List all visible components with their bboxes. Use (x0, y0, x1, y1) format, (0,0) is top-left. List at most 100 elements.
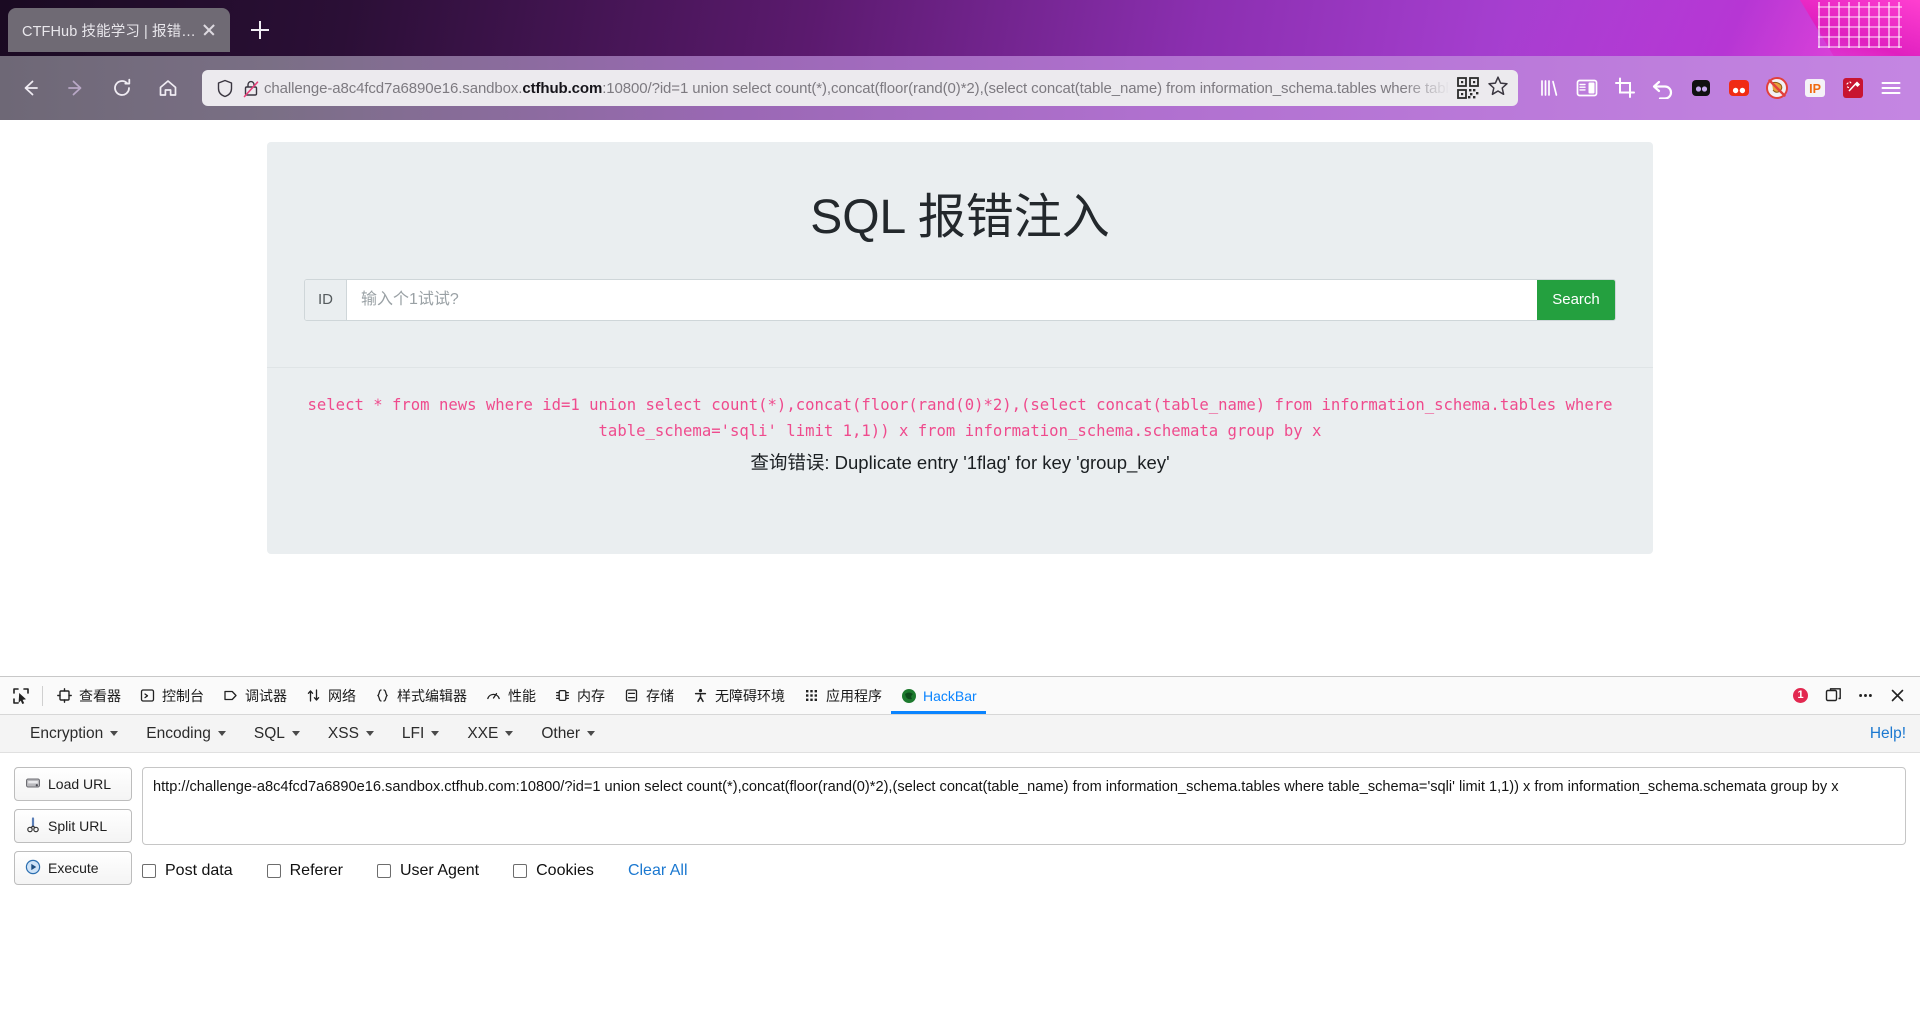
checkbox-cookies[interactable]: Cookies (513, 862, 594, 880)
id-label: ID (305, 279, 347, 320)
url-text[interactable]: challenge-a8c4fcd7a6890e16.sandbox.ctfhu… (264, 80, 1450, 97)
hackbar-menu-encoding[interactable]: Encoding (132, 715, 240, 753)
clear-all-link[interactable]: Clear All (628, 862, 688, 880)
library-icon[interactable] (1530, 69, 1568, 107)
screenshot-crop-icon[interactable] (1606, 69, 1644, 107)
browser-tab[interactable]: CTFHub 技能学习 | 报错注入 (8, 8, 230, 52)
devtools-tab-debugger[interactable]: 调试器 (213, 677, 296, 714)
checkbox-icon[interactable] (142, 864, 156, 878)
chevron-down-icon (110, 731, 119, 736)
devtools-tab-style-editor[interactable]: 样式编辑器 (365, 677, 476, 714)
devtools-tab-label: 网络 (328, 687, 356, 704)
application-icon (803, 687, 820, 704)
split-url-icon (25, 816, 41, 836)
svg-text:IP: IP (1809, 82, 1821, 96)
hackbar-action-buttons: Load URL Split URL Execute (14, 767, 132, 885)
devtools-tab-accessibility[interactable]: 无障碍环境 (683, 677, 794, 714)
hackbar-menu-encryption[interactable]: Encryption (16, 715, 132, 753)
hackbar-options: Post data Referer User Agent Cookies Cle… (142, 862, 1906, 880)
checkbox-icon[interactable] (513, 864, 528, 878)
devtools-tab-label: 内存 (577, 687, 605, 704)
devtools-tab-label: 存储 (646, 687, 674, 704)
hackbar-help-link[interactable]: Help! (1870, 725, 1906, 743)
close-icon[interactable] (198, 19, 220, 41)
devtools-tab-storage[interactable]: 存储 (614, 677, 683, 714)
tab-strip: CTFHub 技能学习 | 报错注入 (0, 0, 1920, 56)
dock-panel-icon[interactable] (1818, 681, 1848, 711)
new-tab-button[interactable] (242, 12, 278, 48)
back-arrow-icon[interactable] (10, 68, 50, 108)
menu-label: XXE (467, 724, 499, 742)
devtools-tab-label: 无障碍环境 (715, 687, 785, 704)
toolbar-divider (42, 685, 43, 706)
devtools-tab-memory[interactable]: 内存 (545, 677, 614, 714)
execute-icon (25, 859, 41, 878)
checkbox-referer[interactable]: Referer (266, 862, 343, 880)
load-url-icon (25, 775, 41, 794)
ip-address-icon[interactable]: IP (1796, 69, 1834, 107)
hackbar-url-textarea[interactable] (142, 767, 1906, 845)
checkbox-post-data[interactable]: Post data (142, 862, 233, 880)
devtools-tab-label: 调试器 (245, 687, 287, 704)
hackbar-menu-lfi[interactable]: LFI (388, 715, 453, 753)
hackbar-menu-xxe[interactable]: XXE (453, 715, 527, 753)
checkbox-icon[interactable] (266, 864, 281, 878)
checkbox-label: Referer (289, 862, 343, 879)
devtools-tab-label: 应用程序 (826, 687, 882, 704)
devtools-tab-hackbar[interactable]: HackBar (891, 677, 986, 714)
checkbox-icon[interactable] (376, 864, 391, 878)
home-icon[interactable] (148, 68, 188, 108)
undo-close-tab-icon[interactable] (1644, 69, 1682, 107)
extension-toolbar: IP (1530, 69, 1910, 107)
broken-lock-icon[interactable] (238, 75, 264, 101)
close-devtools-icon[interactable] (1882, 681, 1912, 711)
menu-label: LFI (401, 724, 425, 742)
hackbar-menu-sql[interactable]: SQL (240, 715, 314, 753)
search-button[interactable]: Search (1537, 279, 1615, 320)
menu-label: Encoding (146, 724, 211, 742)
devtools-tab-performance[interactable]: 性能 (476, 677, 545, 714)
console-icon (139, 687, 156, 704)
checkbox-user-agent[interactable]: User Agent (376, 862, 479, 880)
menu-label: XSS (327, 724, 359, 742)
load-url-button[interactable]: Load URL (14, 767, 132, 801)
shield-icon[interactable] (212, 75, 238, 101)
split-url-button[interactable]: Split URL (14, 809, 132, 843)
chevron-down-icon (365, 731, 374, 736)
navigation-toolbar: challenge-a8c4fcd7a6890e16.sandbox.ctfhu… (0, 56, 1920, 120)
menu-label: SQL (253, 724, 285, 742)
url-bar[interactable]: challenge-a8c4fcd7a6890e16.sandbox.ctfhu… (202, 70, 1518, 106)
devtools-tab-inspector[interactable]: 查看器 (47, 677, 130, 714)
app-menu-icon[interactable] (1872, 69, 1910, 107)
network-icon (305, 687, 322, 704)
button-label: Split URL (48, 818, 108, 834)
execute-button[interactable]: Execute (14, 851, 132, 885)
qr-code-icon[interactable] (1457, 77, 1479, 99)
chevron-down-icon (217, 731, 226, 736)
devtools-tab-console[interactable]: 控制台 (130, 677, 213, 714)
noscript-icon[interactable] (1758, 69, 1796, 107)
element-picker-icon[interactable] (4, 681, 38, 711)
cookie-editor-icon[interactable] (1682, 69, 1720, 107)
reload-icon[interactable] (102, 68, 142, 108)
search-input[interactable] (347, 279, 1537, 320)
devtools-tab-application[interactable]: 应用程序 (794, 677, 891, 714)
devtools-tab-network[interactable]: 网络 (296, 677, 365, 714)
devtools-tab-label: 样式编辑器 (397, 687, 467, 704)
forward-arrow-icon[interactable] (56, 68, 96, 108)
button-label: Execute (48, 860, 99, 876)
error-message-text: 查询错误: Duplicate entry '1flag' for key 'g… (750, 452, 1170, 474)
browser-tab-title: CTFHub 技能学习 | 报错注入 (22, 23, 198, 40)
sql-query-text: select * from news where id=1 union sele… (307, 395, 1613, 440)
wappalyzer-icon[interactable] (1834, 69, 1872, 107)
flagfox-icon[interactable] (1720, 69, 1758, 107)
more-options-icon[interactable] (1850, 681, 1880, 711)
hackbar-menu-other[interactable]: Other (527, 715, 609, 753)
sidebar-icon[interactable] (1568, 69, 1606, 107)
chevron-down-icon (505, 731, 514, 736)
star-icon[interactable] (1486, 74, 1510, 103)
checkbox-label: Cookies (536, 862, 594, 879)
hackbar-menu-xss[interactable]: XSS (314, 715, 388, 753)
error-count-badge[interactable]: 1 (1785, 688, 1816, 703)
accessibility-icon (692, 687, 709, 704)
